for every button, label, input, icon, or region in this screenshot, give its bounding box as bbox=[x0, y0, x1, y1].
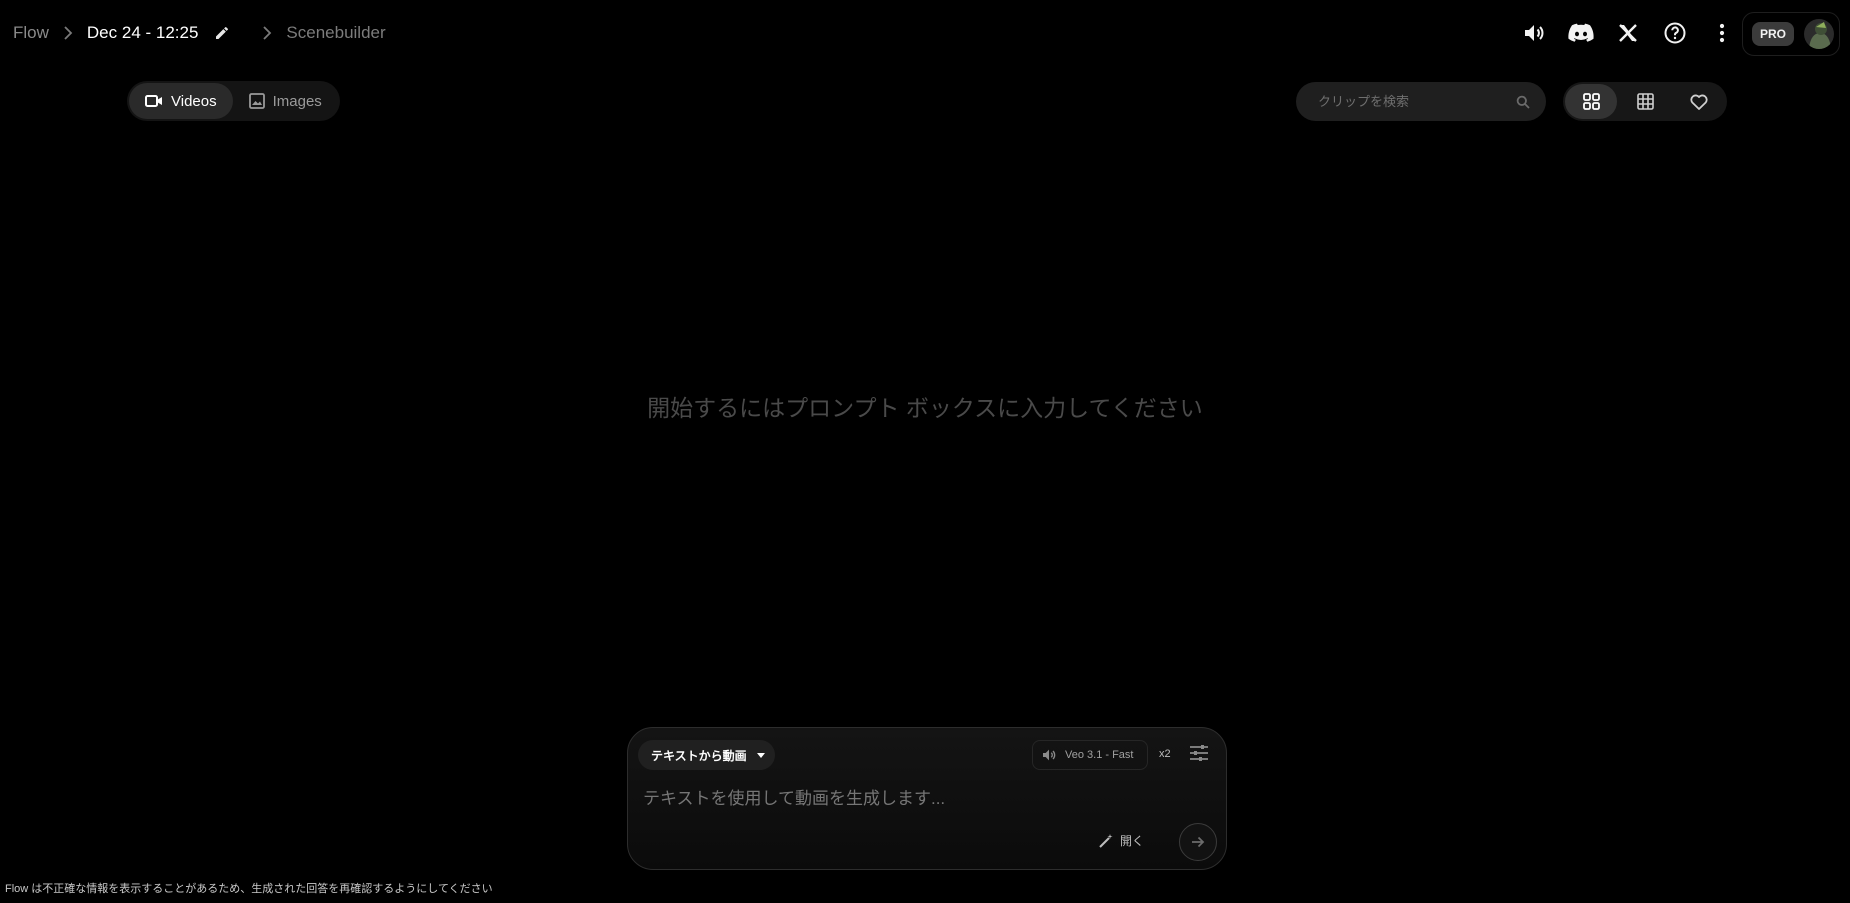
media-type-tabs: Videos Images bbox=[127, 81, 340, 121]
arrow-right-icon bbox=[1192, 836, 1205, 848]
model-selector[interactable]: Veo 3.1 - Fast bbox=[1032, 740, 1149, 770]
generation-mode-dropdown[interactable]: テキストから動画 bbox=[638, 740, 775, 770]
settings-button[interactable] bbox=[1189, 744, 1209, 762]
tab-images[interactable]: Images bbox=[233, 83, 338, 119]
view-toggle bbox=[1563, 82, 1727, 121]
project-title: Dec 24 - 12:25 bbox=[86, 23, 199, 42]
prompt-input[interactable] bbox=[641, 784, 1205, 814]
pencil-icon bbox=[216, 27, 229, 39]
header-actions bbox=[1520, 18, 1736, 48]
model-label: Veo 3.1 - Fast bbox=[1065, 749, 1134, 761]
grid-small-icon bbox=[1636, 93, 1654, 110]
chevron-right-icon bbox=[262, 26, 272, 40]
view-grid-small-button[interactable] bbox=[1619, 84, 1671, 119]
search-input[interactable] bbox=[1316, 93, 1516, 110]
disclaimer-text: Flow は不正確な情報を表示することがあるため、生成された回答を再確認するよう… bbox=[5, 883, 493, 895]
tab-videos-label: Videos bbox=[171, 92, 217, 110]
send-button[interactable] bbox=[1179, 823, 1217, 861]
breadcrumb-scenebuilder[interactable]: Scenebuilder bbox=[286, 23, 385, 43]
empty-state-message: 開始するにはプロンプト ボックスに入力してください bbox=[647, 395, 1203, 421]
video-icon bbox=[145, 95, 162, 107]
magic-wand-icon bbox=[1099, 833, 1113, 848]
open-button[interactable]: 開く bbox=[1098, 832, 1144, 849]
tab-videos[interactable]: Videos bbox=[129, 83, 233, 119]
avatar bbox=[1804, 19, 1835, 49]
more-vert-icon bbox=[1719, 23, 1725, 43]
breadcrumb: Flow Dec 24 - 12:25 Scenebuilder bbox=[13, 21, 386, 45]
help-icon bbox=[1664, 22, 1686, 44]
image-icon bbox=[248, 93, 265, 109]
view-grid-large-button[interactable] bbox=[1565, 84, 1617, 119]
grid-large-icon bbox=[1582, 93, 1600, 110]
open-button-label: 開く bbox=[1120, 834, 1145, 848]
more-options-button[interactable] bbox=[1708, 18, 1736, 48]
x-icon bbox=[1619, 24, 1637, 42]
heart-icon bbox=[1690, 94, 1708, 110]
discord-icon bbox=[1568, 23, 1594, 42]
tab-images-label: Images bbox=[272, 92, 322, 110]
top-bar: Flow Dec 24 - 12:25 Scenebuilder PRO bbox=[0, 0, 1850, 66]
edit-title-button[interactable] bbox=[214, 25, 230, 41]
discord-button[interactable] bbox=[1567, 18, 1595, 48]
x-twitter-button[interactable] bbox=[1614, 18, 1642, 48]
tune-icon bbox=[1190, 745, 1208, 761]
breadcrumb-flow-link[interactable]: Flow bbox=[13, 23, 49, 43]
search-icon[interactable] bbox=[1516, 95, 1530, 109]
generation-mode-label: テキストから動画 bbox=[651, 748, 747, 763]
clip-search bbox=[1296, 82, 1546, 121]
sound-icon bbox=[1043, 749, 1056, 761]
view-favorites-button[interactable] bbox=[1673, 84, 1725, 119]
prompt-composer: テキストから動画 Veo 3.1 - Fast x2 開く bbox=[627, 727, 1227, 870]
help-button[interactable] bbox=[1661, 18, 1689, 48]
caret-down-icon bbox=[756, 752, 765, 758]
pro-badge: PRO bbox=[1752, 22, 1795, 46]
chevron-right-icon bbox=[63, 26, 73, 40]
output-count-selector[interactable]: x2 bbox=[1159, 748, 1171, 760]
sound-toggle-button[interactable] bbox=[1520, 18, 1548, 48]
sound-icon bbox=[1525, 25, 1544, 41]
account-button[interactable]: PRO bbox=[1742, 12, 1840, 56]
